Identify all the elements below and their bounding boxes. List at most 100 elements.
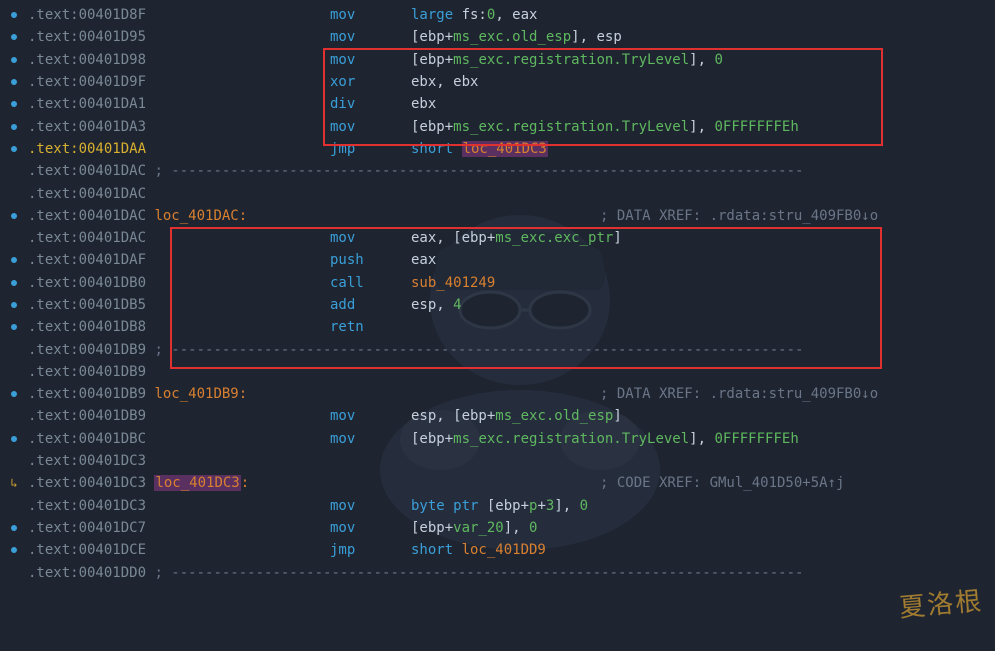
address[interactable]: .text:00401DA1 <box>28 96 146 112</box>
address[interactable]: .text:00401DB9 <box>28 342 146 358</box>
code-line[interactable]: .text:00401D95mov[ebp+ms_exc.old_esp], e… <box>0 26 995 48</box>
mnemonic: mov <box>330 7 355 23</box>
gutter <box>0 34 28 40</box>
address[interactable]: .text:00401DC7 <box>28 520 146 536</box>
address[interactable]: .text:00401DC3 <box>28 453 146 469</box>
gutter <box>0 12 28 18</box>
operands: ebx, ebx <box>411 74 478 90</box>
code-line[interactable]: .text:00401DAC loc_401DAC: ; DATA XREF: .… <box>0 205 995 227</box>
gutter <box>0 101 28 107</box>
code-line[interactable]: .text:00401DC3 <box>0 450 995 472</box>
operands: short loc_401DD9 <box>411 542 546 558</box>
address[interactable]: .text:00401DCE <box>28 542 146 558</box>
code-line[interactable]: .text:00401DC7 mov [ebp+var_20], 0 <box>0 517 995 539</box>
code-line[interactable]: .text:00401DB9 ; -----------------------… <box>0 338 995 360</box>
breakpoint-dot-icon <box>11 257 17 263</box>
gutter <box>0 547 28 553</box>
address[interactable]: .text:00401DB5 <box>28 297 146 313</box>
code-line[interactable]: .text:00401D8F mov large fs:0, eax <box>0 4 995 26</box>
breakpoint-dot-icon <box>11 324 17 330</box>
address[interactable]: .text:00401DB9 <box>28 408 146 424</box>
mnemonic: jmp <box>330 542 355 558</box>
mnemonic: push <box>330 252 364 268</box>
code-line[interactable]: .text:00401D9Fxorebx, ebx <box>0 71 995 93</box>
address[interactable]: .text:00401DB9 <box>28 386 146 402</box>
code-line[interactable]: .text:00401DAF push eax <box>0 249 995 271</box>
operands: ebx <box>411 96 436 112</box>
operands: [ebp+var_20], 0 <box>411 520 537 536</box>
code-line[interactable]: .text:00401DBC mov [ebp+ms_exc.registratio… <box>0 428 995 450</box>
address[interactable]: .text:00401D95 <box>28 29 146 45</box>
gutter: ↳ <box>0 477 28 489</box>
address[interactable]: .text:00401DBC <box>28 431 146 447</box>
code-line[interactable]: ↳.text:00401DC3 loc_401DC3:; CODE XREF: … <box>0 472 995 494</box>
code-line[interactable]: .text:00401DA1divebx <box>0 93 995 115</box>
mnemonic: mov <box>330 431 355 447</box>
address[interactable]: .text:00401DB9 <box>28 364 146 380</box>
gutter <box>0 324 28 330</box>
separator-line: ; --------------------------------------… <box>146 163 803 179</box>
code-line[interactable]: .text:00401DB9movesp, [ebp+ms_exc.old_es… <box>0 405 995 427</box>
code-line[interactable]: .text:00401DD0 ; -----------------------… <box>0 561 995 583</box>
address[interactable]: .text:00401DAA <box>28 141 146 157</box>
breakpoint-dot-icon <box>11 302 17 308</box>
mnemonic: mov <box>330 498 355 514</box>
address[interactable]: .text:00401DAC <box>28 208 146 224</box>
code-line[interactable]: .text:00401DAAjmpshort loc_401DC3 <box>0 138 995 160</box>
operands: [ebp+ms_exc.registration.TryLevel], 0 <box>411 52 723 68</box>
code-label[interactable]: loc_401DB9: <box>154 386 247 402</box>
address[interactable]: .text:00401DA3 <box>28 119 146 135</box>
address[interactable]: .text:00401D9F <box>28 74 146 90</box>
code-label[interactable]: loc_401DAC: <box>154 208 247 224</box>
address[interactable]: .text:00401DB8 <box>28 319 146 335</box>
code-line[interactable]: .text:00401DB0callsub_401249 <box>0 272 995 294</box>
code-line[interactable]: .text:00401DAC <box>0 182 995 204</box>
code-line[interactable]: .text:00401DB9 loc_401DB9: ; DATA XREF: .… <box>0 383 995 405</box>
mnemonic: mov <box>330 29 355 45</box>
gutter <box>0 146 28 152</box>
operands: eax <box>411 252 436 268</box>
code-line[interactable]: .text:00401DCE jmp short loc_401DD9 <box>0 539 995 561</box>
gutter <box>0 302 28 308</box>
operands: [ebp+ms_exc.registration.TryLevel], 0FFF… <box>411 119 799 135</box>
gutter <box>0 124 28 130</box>
code-line[interactable]: .text:00401DACmoveax, [ebp+ms_exc.exc_pt… <box>0 227 995 249</box>
mnemonic: mov <box>330 520 355 536</box>
code-line[interactable]: .text:00401DA3 mov [ebp+ms_exc.registratio… <box>0 115 995 137</box>
address[interactable]: .text:00401DAC <box>28 186 146 202</box>
disassembly-listing[interactable]: .text:00401D8Fmovlarge fs:0, eax.text:00… <box>0 0 995 584</box>
xref-comment[interactable]: ; DATA XREF: .rdata:stru_409FB0↓o <box>600 386 878 402</box>
xref-comment[interactable]: ; DATA XREF: .rdata:stru_409FB0↓o <box>600 208 878 224</box>
breakpoint-dot-icon <box>11 213 17 219</box>
breakpoint-dot-icon <box>11 12 17 18</box>
mnemonic: mov <box>330 408 355 424</box>
mnemonic: call <box>330 275 364 291</box>
code-line[interactable]: .text:00401DB5addesp, 4 <box>0 294 995 316</box>
operands: [ebp+ms_exc.registration.TryLevel], 0FFF… <box>411 431 799 447</box>
address[interactable]: .text:00401DAC <box>28 163 146 179</box>
gutter <box>0 79 28 85</box>
separator-line: ; --------------------------------------… <box>146 565 803 581</box>
breakpoint-dot-icon <box>11 34 17 40</box>
code-line[interactable]: .text:00401DC3movbyte ptr [ebp+p+3], 0 <box>0 495 995 517</box>
code-line[interactable]: .text:00401DB9 <box>0 361 995 383</box>
mnemonic: jmp <box>330 141 355 157</box>
address[interactable]: .text:00401DAF <box>28 252 146 268</box>
code-line[interactable]: .text:00401DAC ; -----------------------… <box>0 160 995 182</box>
breakpoint-dot-icon <box>11 124 17 130</box>
address[interactable]: .text:00401DAC <box>28 230 146 246</box>
code-label-highlighted[interactable]: loc_401DC3 <box>154 475 240 491</box>
address[interactable]: .text:00401D98 <box>28 52 146 68</box>
address[interactable]: .text:00401D8F <box>28 7 146 23</box>
xref-comment[interactable]: ; CODE XREF: GMul_401D50+5A↑j <box>600 475 844 491</box>
code-line[interactable]: .text:00401D98mov[ebp+ms_exc.registratio… <box>0 49 995 71</box>
address[interactable]: .text:00401DC3 <box>28 475 146 491</box>
address[interactable]: .text:00401DC3 <box>28 498 146 514</box>
address[interactable]: .text:00401DD0 <box>28 565 146 581</box>
code-line[interactable]: .text:00401DB8retn <box>0 316 995 338</box>
breakpoint-dot-icon <box>11 280 17 286</box>
address[interactable]: .text:00401DB0 <box>28 275 146 291</box>
operands: large fs:0, eax <box>411 7 537 23</box>
mnemonic: mov <box>330 230 355 246</box>
mnemonic: mov <box>330 119 355 135</box>
